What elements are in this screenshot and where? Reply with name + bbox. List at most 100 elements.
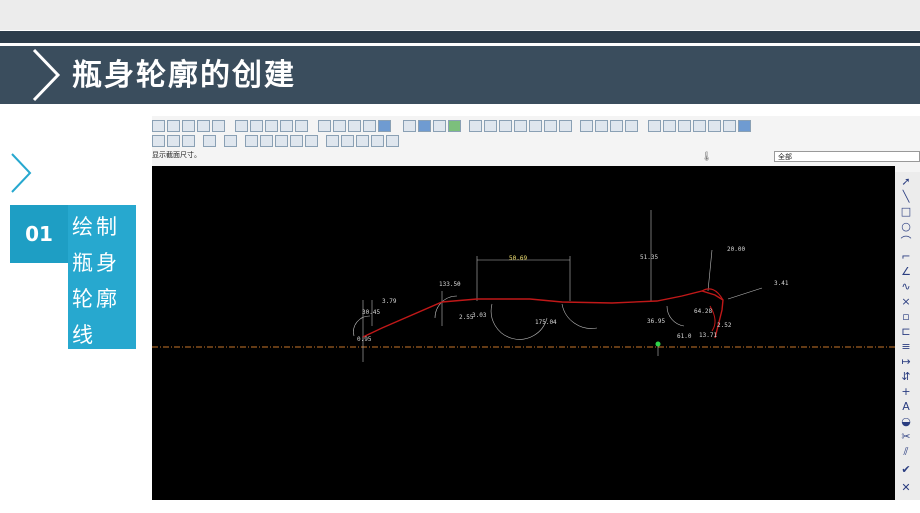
dim-label[interactable]: 51.35 xyxy=(640,254,658,261)
constraint-display-icon[interactable] xyxy=(275,135,288,147)
copy-icon[interactable] xyxy=(693,120,706,132)
offset-icon[interactable]: ⊏ xyxy=(899,326,913,338)
main-toolbar[interactable] xyxy=(152,118,751,134)
mirror-icon[interactable]: ⫽ xyxy=(899,446,913,458)
open-file-icon[interactable] xyxy=(167,120,180,132)
shading-icon[interactable] xyxy=(418,120,431,132)
dim-label[interactable]: 2.52 xyxy=(717,322,731,329)
undo-history-icon[interactable] xyxy=(648,120,661,132)
dim-label[interactable]: 61.0 xyxy=(677,333,691,340)
datum-plane-icon[interactable] xyxy=(386,135,399,147)
secondary-toolbar[interactable] xyxy=(152,133,399,149)
save-icon[interactable] xyxy=(182,120,195,132)
undo-icon[interactable] xyxy=(235,120,248,132)
close-window-icon[interactable] xyxy=(182,135,195,147)
chevron-icon xyxy=(32,48,61,102)
step-description: 绘制 瓶身 轮廓 线 xyxy=(68,205,136,349)
email-icon[interactable] xyxy=(212,120,225,132)
side-chevron-icon xyxy=(11,153,32,193)
dim-display-icon[interactable] xyxy=(260,135,273,147)
help-icon[interactable] xyxy=(224,135,237,147)
line-icon[interactable]: ╲ xyxy=(899,191,913,203)
datum-axis-icon[interactable] xyxy=(333,120,346,132)
constraint-icon[interactable]: + xyxy=(899,386,913,398)
chamfer-icon[interactable]: ∠ xyxy=(899,266,913,278)
model-tree-icon[interactable] xyxy=(203,135,216,147)
redo-icon[interactable] xyxy=(250,120,263,132)
paste-icon[interactable] xyxy=(708,120,721,132)
dim-label[interactable]: 133.5θ xyxy=(439,281,461,288)
grid-icon[interactable] xyxy=(371,135,384,147)
point-icon[interactable]: × xyxy=(899,296,913,308)
print-icon[interactable] xyxy=(197,120,210,132)
redo-history-icon[interactable] xyxy=(663,120,676,132)
display-style-icon[interactable] xyxy=(544,120,557,132)
datum-display-icon[interactable] xyxy=(580,120,593,132)
dim-label[interactable]: 175.04 xyxy=(535,319,557,326)
text-icon[interactable]: A xyxy=(899,401,913,413)
dim-label[interactable]: 20.00 xyxy=(727,246,745,253)
dim-label[interactable]: 36.95 xyxy=(647,318,665,325)
select-arrow-icon[interactable]: ➚ xyxy=(899,176,913,188)
activate-icon[interactable] xyxy=(167,135,180,147)
point-display-icon[interactable] xyxy=(610,120,623,132)
layer-tree-icon[interactable] xyxy=(559,120,572,132)
regenerate-icon[interactable] xyxy=(265,120,278,132)
cancel-icon[interactable]: ✕ xyxy=(899,482,913,494)
step-line: 线 xyxy=(72,323,96,347)
dim-label[interactable]: 0.95 xyxy=(357,336,371,343)
thicken-icon[interactable]: ≡ xyxy=(899,341,913,353)
intent-icon[interactable] xyxy=(341,135,354,147)
sketch-orient-icon[interactable] xyxy=(245,135,258,147)
dim-label[interactable]: 64.28 xyxy=(694,308,712,315)
dimension-icon[interactable]: ↦ xyxy=(899,356,913,368)
saved-view-icon[interactable] xyxy=(529,120,542,132)
fillet-icon[interactable]: ⌐ xyxy=(899,251,913,263)
palette-icon[interactable]: ◒ xyxy=(899,416,913,428)
datum-point-icon[interactable] xyxy=(348,120,361,132)
sketch-display-icon[interactable] xyxy=(738,120,751,132)
zoom-out-icon[interactable] xyxy=(484,120,497,132)
dim-label[interactable]: 13.71 xyxy=(699,332,717,339)
csys-display-icon[interactable] xyxy=(625,120,638,132)
orient-icon[interactable] xyxy=(514,120,527,132)
spline-icon[interactable]: ∿ xyxy=(899,281,913,293)
sketch-canvas[interactable]: 50.69 51.35 20.00 3.41 133.5θ 3.79 30.45… xyxy=(152,166,895,500)
trim-icon[interactable]: ✂ xyxy=(899,431,913,443)
done-icon[interactable]: ✔ xyxy=(899,464,913,476)
axis-display-icon[interactable] xyxy=(595,120,608,132)
datum-icon[interactable] xyxy=(318,120,331,132)
view-icon[interactable] xyxy=(280,120,293,132)
wireframe-icon[interactable] xyxy=(433,120,446,132)
datum-csys-icon[interactable] xyxy=(363,120,376,132)
zoom-in-icon[interactable] xyxy=(469,120,482,132)
step-line: 绘制 xyxy=(72,215,120,239)
dim-label[interactable]: 30.45 xyxy=(362,309,380,316)
header-band xyxy=(0,31,920,43)
circle-icon[interactable]: ○ xyxy=(899,221,913,233)
annotation-icon[interactable] xyxy=(378,120,391,132)
grid-display-icon[interactable] xyxy=(290,135,303,147)
new-file-icon[interactable] xyxy=(152,120,165,132)
vertex-display-icon[interactable] xyxy=(305,135,318,147)
appearance-icon[interactable] xyxy=(448,120,461,132)
window-icon[interactable] xyxy=(152,135,165,147)
coord-system-icon[interactable]: ▫ xyxy=(899,311,913,323)
dim-label[interactable]: 50.69 xyxy=(509,255,527,262)
top-margin xyxy=(0,0,920,30)
refit-icon[interactable] xyxy=(499,120,512,132)
analysis-icon[interactable] xyxy=(326,135,339,147)
layer-icon[interactable] xyxy=(295,120,308,132)
sketch-icon[interactable] xyxy=(403,120,416,132)
cut-icon[interactable] xyxy=(678,120,691,132)
dim-label[interactable]: 3.79 xyxy=(382,298,396,305)
dim-label[interactable]: 3.03 xyxy=(472,312,486,319)
thermometer-icon: 🌡 xyxy=(701,152,713,162)
dim-label[interactable]: 3.41 xyxy=(774,280,788,287)
relation-icon[interactable] xyxy=(356,135,369,147)
selection-filter[interactable]: 全部 xyxy=(774,151,920,162)
arc-icon[interactable]: ⌒ xyxy=(899,236,913,248)
paste-special-icon[interactable] xyxy=(723,120,736,132)
modify-icon[interactable]: ⇵ xyxy=(899,371,913,383)
rectangle-icon[interactable]: □ xyxy=(899,206,913,218)
